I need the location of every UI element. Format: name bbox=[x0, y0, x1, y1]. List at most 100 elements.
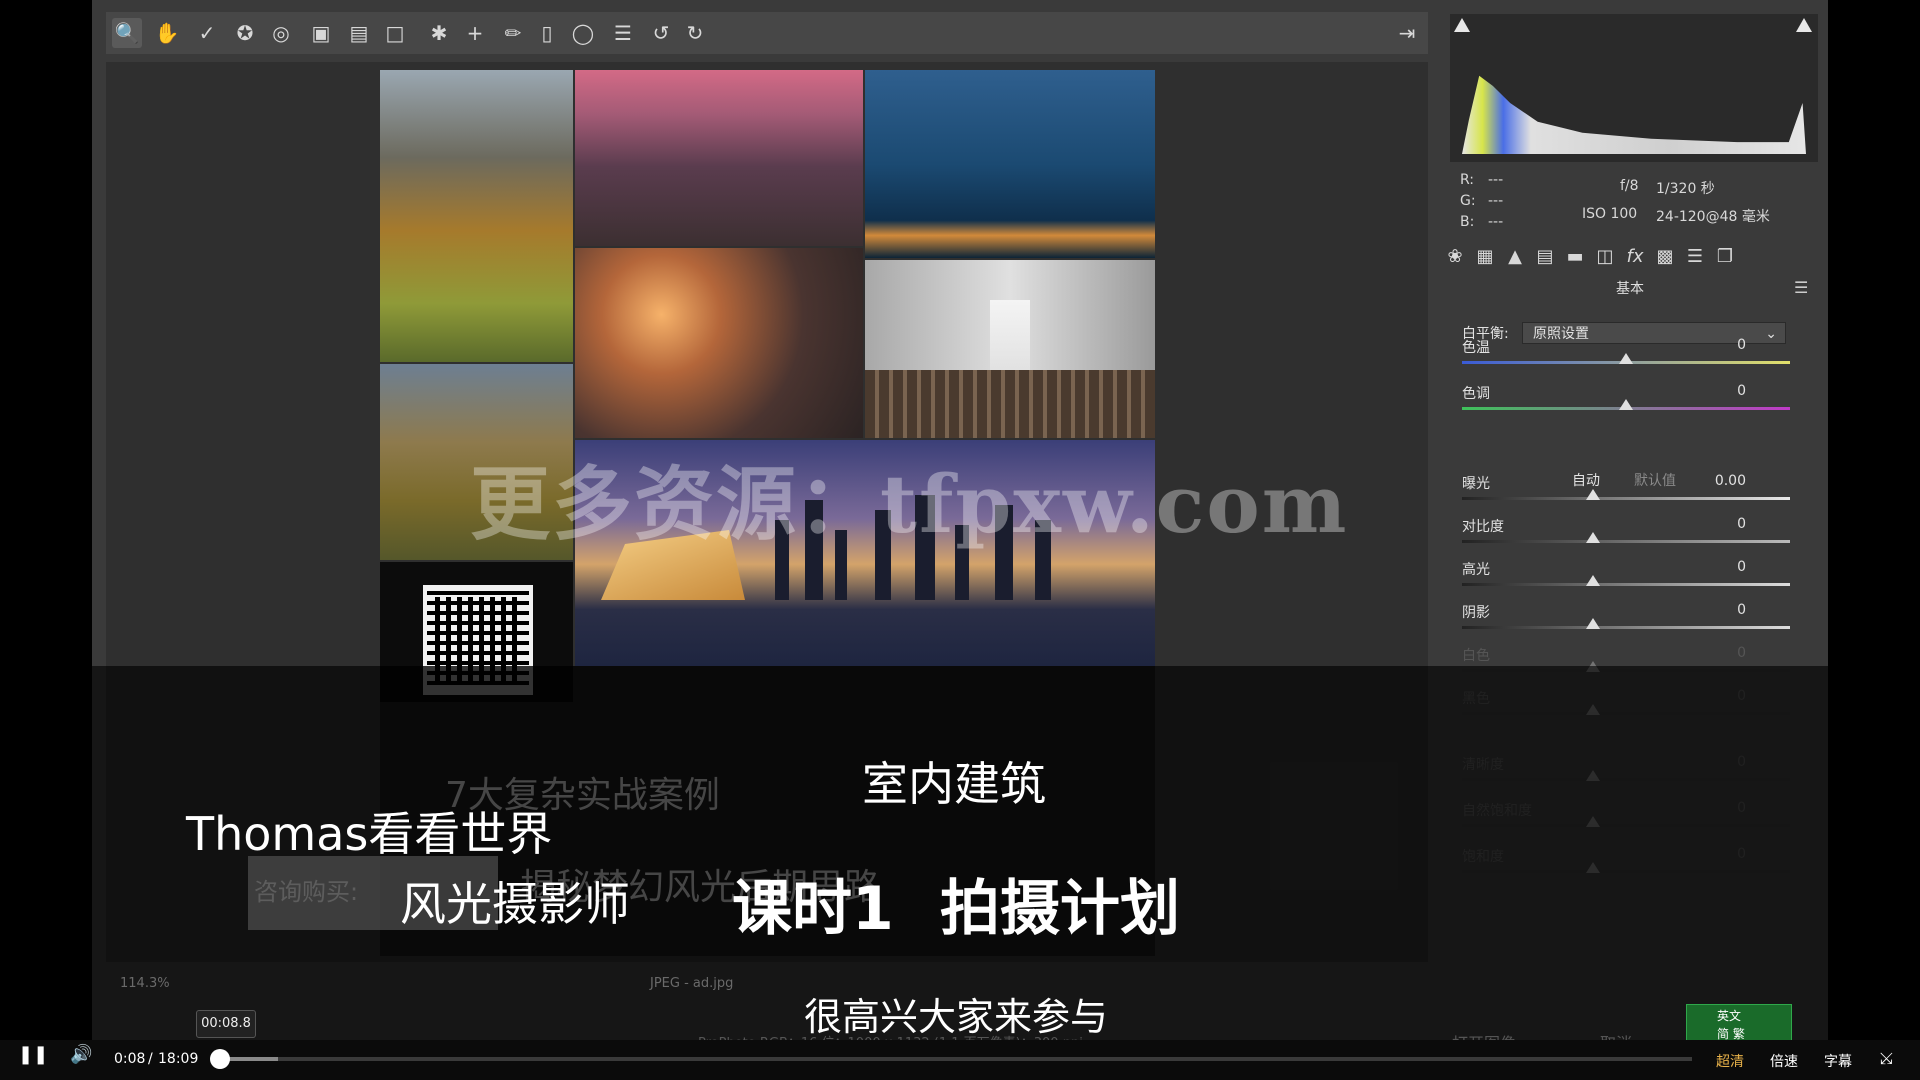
photo-church-interior bbox=[865, 260, 1155, 438]
slider-thumb-0[interactable] bbox=[1619, 353, 1633, 364]
slider-thumb-1[interactable] bbox=[1619, 399, 1633, 410]
author-caption: Thomas看看世界 bbox=[186, 807, 553, 861]
lesson-number: 课时1 bbox=[732, 874, 894, 944]
default-button[interactable]: 默认值 bbox=[1634, 470, 1676, 490]
slider-thumb-2[interactable] bbox=[1586, 489, 1601, 500]
spot-removal-icon[interactable]: ✱ bbox=[424, 18, 454, 48]
photo-hallstatt-night bbox=[865, 70, 1155, 258]
auto-button[interactable]: 自动 bbox=[1572, 470, 1600, 490]
iso: ISO 100 bbox=[1582, 206, 1638, 222]
straighten-icon[interactable]: ▤ bbox=[344, 18, 374, 48]
tab-hsl-icon[interactable]: ▤ bbox=[1532, 244, 1558, 270]
red-eye-icon[interactable]: + bbox=[460, 18, 490, 48]
slider-label-5: 阴影 bbox=[1462, 605, 1490, 621]
r-label: R: bbox=[1460, 172, 1475, 188]
shadow-clip-icon[interactable] bbox=[1454, 18, 1470, 32]
slider-value-3[interactable]: 0 bbox=[1686, 516, 1746, 532]
tab-detail-icon[interactable]: ▲ bbox=[1502, 244, 1528, 270]
transform-icon[interactable]: □ bbox=[380, 18, 410, 48]
slider-track-4[interactable] bbox=[1462, 583, 1790, 586]
ghost-consult-text: 咨询购买: bbox=[254, 878, 359, 906]
aperture: f/8 bbox=[1620, 178, 1639, 194]
slider-label-4: 高光 bbox=[1462, 562, 1490, 578]
slider-label-2: 曝光 bbox=[1462, 476, 1490, 492]
ime-indicator[interactable]: 英文 简 繁 bbox=[1686, 1004, 1792, 1044]
slider-track-2[interactable] bbox=[1462, 497, 1790, 500]
highlight-clip-icon[interactable] bbox=[1796, 18, 1812, 32]
slider-label-0: 色温 bbox=[1462, 340, 1490, 356]
file-name: JPEG - ad.jpg bbox=[650, 976, 734, 991]
graduated-filter-icon[interactable]: ▯ bbox=[532, 18, 562, 48]
r-value: --- bbox=[1488, 172, 1504, 188]
panel-tabs: ❀ ▦ ▲ ▤ ▬ ◫ fx ▩ ☰ ❐ bbox=[1442, 244, 1818, 274]
lens: 24-120@48 毫米 bbox=[1656, 209, 1770, 225]
preferences-icon[interactable]: ☰ bbox=[608, 18, 638, 48]
rotate-right-icon[interactable]: ↻ bbox=[680, 18, 710, 48]
eyedropper-icon[interactable]: ✓ bbox=[192, 18, 222, 48]
b-value: --- bbox=[1488, 214, 1504, 230]
slider-thumb-5[interactable] bbox=[1586, 618, 1601, 629]
tab-effects-icon[interactable]: fx bbox=[1622, 244, 1648, 270]
toolbar: 🔍 ✋ ✓ ✪ ◎ ▣ ▤ □ ✱ + ✏ ▯ ◯ ☰ ↺ ↻ ⇥ bbox=[106, 12, 1428, 54]
slider-thumb-4[interactable] bbox=[1586, 575, 1601, 586]
adjustment-brush-icon[interactable]: ✏ bbox=[498, 18, 528, 48]
panel-menu-icon[interactable]: ☰ bbox=[1794, 278, 1808, 297]
subtitles-button[interactable]: 字幕 bbox=[1824, 1051, 1852, 1071]
slider-label-3: 对比度 bbox=[1462, 519, 1504, 535]
chevron-down-icon: ⌄ bbox=[1765, 326, 1777, 342]
b-label: B: bbox=[1460, 214, 1475, 230]
tab-tone-curve-icon[interactable]: ▦ bbox=[1472, 244, 1498, 270]
pause-icon[interactable]: ❚❚ bbox=[18, 1044, 48, 1065]
slider-thumb-3[interactable] bbox=[1586, 532, 1601, 543]
slider-label-6: 白色 bbox=[1462, 648, 1490, 664]
g-label: G: bbox=[1460, 193, 1476, 209]
fullscreen-exit-icon[interactable]: ⤩ bbox=[1880, 1049, 1893, 1069]
slider-value-5[interactable]: 0 bbox=[1686, 602, 1746, 618]
color-sampler-icon[interactable]: ✪ bbox=[230, 18, 260, 48]
crop-icon[interactable]: ▣ bbox=[306, 18, 336, 48]
volume-icon[interactable]: 🔊 bbox=[70, 1044, 92, 1065]
tab-split-toning-icon[interactable]: ▬ bbox=[1562, 244, 1588, 270]
tab-presets-icon[interactable]: ☰ bbox=[1682, 244, 1708, 270]
zoom-level[interactable]: 114.3% bbox=[120, 976, 170, 991]
time-current: 0:08 bbox=[114, 1051, 146, 1067]
ime-mode-label: 英文 bbox=[1717, 1009, 1742, 1023]
tab-camera-calibration-icon[interactable]: ▩ bbox=[1652, 244, 1678, 270]
targeted-adjust-icon[interactable]: ◎ bbox=[266, 18, 296, 48]
panel-title: 基本 bbox=[1616, 281, 1644, 297]
slider-value-6[interactable]: 0 bbox=[1686, 645, 1746, 661]
white-balance-select[interactable]: 原照设置 ⌄ bbox=[1522, 322, 1786, 344]
progress-bar[interactable] bbox=[222, 1057, 1692, 1061]
hand-icon[interactable]: ✋ bbox=[152, 18, 182, 48]
time-tooltip: 00:08.8 bbox=[196, 1010, 256, 1038]
tab-basic-icon[interactable]: ❀ bbox=[1442, 244, 1468, 270]
export-icon[interactable]: ⇥ bbox=[1392, 18, 1422, 48]
speed-button[interactable]: 倍速 bbox=[1770, 1051, 1798, 1071]
g-value: --- bbox=[1488, 193, 1504, 209]
image-info: R: --- G: --- B: --- f/8 1/320 秒 ISO 100… bbox=[1450, 168, 1818, 236]
author-role-caption: 风光摄影师 bbox=[400, 877, 630, 931]
quality-button[interactable]: 超清 bbox=[1716, 1051, 1744, 1071]
slider-label-1: 色调 bbox=[1462, 386, 1490, 402]
progress-handle[interactable] bbox=[210, 1049, 230, 1069]
slider-track-3[interactable] bbox=[1462, 540, 1790, 543]
white-balance-value: 原照设置 bbox=[1533, 326, 1589, 342]
lesson-title: 拍摄计划 bbox=[940, 874, 1180, 944]
slider-value-2[interactable]: 0.00 bbox=[1686, 473, 1746, 489]
shutter-speed: 1/320 秒 bbox=[1656, 181, 1715, 197]
slider-track-5[interactable] bbox=[1462, 626, 1790, 629]
slider-value-4[interactable]: 0 bbox=[1686, 559, 1746, 575]
time-separator: / bbox=[148, 1051, 153, 1067]
zoom-icon[interactable]: 🔍 bbox=[112, 18, 142, 48]
category-caption: 室内建筑 bbox=[862, 757, 1046, 811]
radial-filter-icon[interactable]: ◯ bbox=[568, 18, 598, 48]
slider-value-1[interactable]: 0 bbox=[1686, 383, 1746, 399]
photo-mountain-autumn bbox=[380, 70, 573, 362]
buffer-fill bbox=[222, 1057, 278, 1061]
photo-santorini-sunset bbox=[575, 248, 863, 438]
rotate-left-icon[interactable]: ↺ bbox=[646, 18, 676, 48]
tab-lens-icon[interactable]: ◫ bbox=[1592, 244, 1618, 270]
histogram bbox=[1450, 14, 1818, 162]
slider-value-0[interactable]: 0 bbox=[1686, 337, 1746, 353]
tab-snapshots-icon[interactable]: ❐ bbox=[1712, 244, 1738, 270]
